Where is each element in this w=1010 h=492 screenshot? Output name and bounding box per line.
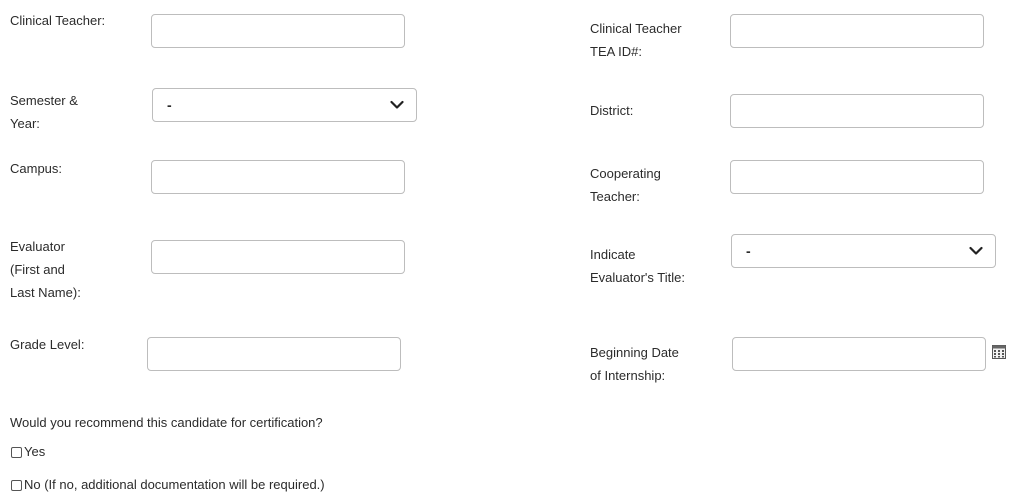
campus-label: Campus: [10,161,63,176]
evaluator-input[interactable] [151,240,405,274]
evaluator-title-select[interactable]: - [731,234,996,268]
clinical-teacher-tea-id-input[interactable] [730,14,984,48]
recommend-yes-option[interactable]: Yes [10,443,45,461]
recommend-yes-label: Yes [24,444,46,459]
district-label: District: [590,103,634,118]
evaluator-title-selected-value: - [746,243,751,259]
evaluator-label: Evaluator (First and Last Name): [10,239,81,300]
chevron-down-icon [390,100,404,109]
evaluator-title-label: Indicate Evaluator's Title: [590,247,685,285]
district-input[interactable] [730,94,984,128]
recommend-no-checkbox[interactable] [11,479,22,491]
grade-level-input[interactable] [147,337,401,371]
grade-level-label: Grade Level: [10,337,85,352]
calendar-icon[interactable] [992,345,1006,359]
clinical-teacher-tea-id-label: Clinical Teacher TEA ID#: [590,21,682,59]
campus-input[interactable] [151,160,405,194]
recommend-yes-checkbox[interactable] [11,446,22,458]
clinical-teacher-label: Clinical Teacher: [10,13,106,28]
recommendation-question: Would you recommend this candidate for c… [10,415,323,430]
semester-year-selected-value: - [167,97,172,113]
semester-year-label: Semester & Year: [10,93,78,131]
cooperating-teacher-label: Cooperating Teacher: [590,166,661,204]
recommend-no-option[interactable]: No (If no, additional documentation will… [10,476,325,492]
recommend-no-label: No (If no, additional documentation will… [24,477,325,492]
semester-year-select[interactable]: - [152,88,417,122]
clinical-teacher-input[interactable] [151,14,405,48]
beginning-date-label: Beginning Date of Internship: [590,345,679,383]
beginning-date-input[interactable] [732,337,986,371]
chevron-down-icon [969,246,983,255]
cooperating-teacher-input[interactable] [730,160,984,194]
